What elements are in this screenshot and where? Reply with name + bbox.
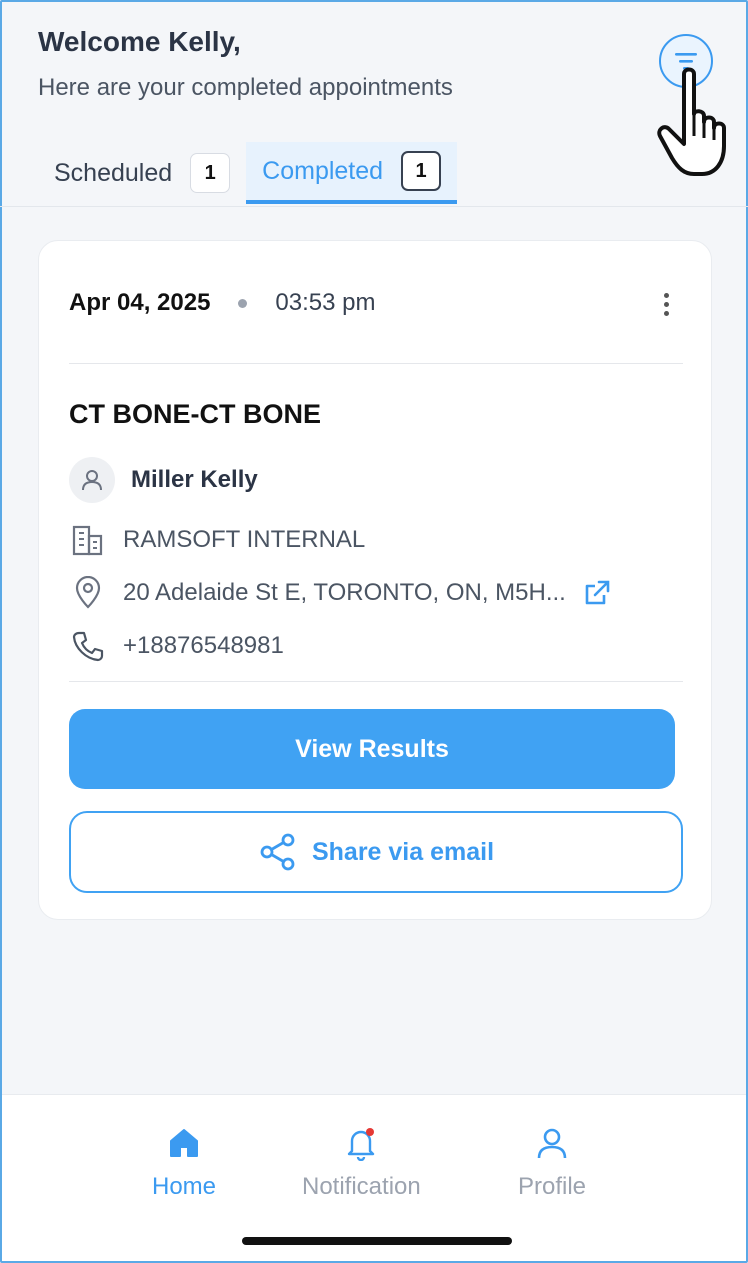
tab-completed[interactable]: Completed 1 xyxy=(246,142,458,204)
building-icon xyxy=(72,525,103,556)
appointment-tabs: Scheduled 1 Completed 1 xyxy=(38,142,458,204)
welcome-subtitle: Here are your completed appointments xyxy=(38,74,453,101)
share-email-button[interactable]: Share via email xyxy=(69,811,683,893)
hand-pointer-icon xyxy=(657,67,726,176)
tabs-divider xyxy=(0,206,748,207)
share-icon xyxy=(260,833,295,871)
profile-icon xyxy=(537,1128,567,1159)
nav-home-label: Home xyxy=(152,1173,217,1200)
phone-row: +18876548981 xyxy=(69,627,284,665)
phone-number: +18876548981 xyxy=(123,632,284,659)
appointment-datetime: Apr 04, 2025 03:53 pm xyxy=(69,289,376,317)
more-vertical-icon[interactable] xyxy=(661,293,671,319)
bottom-navigation: Home Notification Profile xyxy=(2,1094,746,1261)
tab-scheduled-label: Scheduled xyxy=(54,158,173,187)
separator-dot xyxy=(238,298,248,308)
tab-scheduled[interactable]: Scheduled 1 xyxy=(38,142,246,204)
divider xyxy=(69,681,683,682)
tab-scheduled-count: 1 xyxy=(190,153,231,193)
appointment-time: 03:53 pm xyxy=(275,289,376,316)
nav-profile-label: Profile xyxy=(518,1173,587,1200)
user-icon xyxy=(82,470,102,491)
tab-completed-label: Completed xyxy=(262,156,384,185)
header: Welcome Kelly, Here are your completed a… xyxy=(38,26,453,102)
appointment-date: Apr 04, 2025 xyxy=(69,289,211,316)
organization-name: RAMSOFT INTERNAL xyxy=(123,526,366,553)
home-icon xyxy=(170,1129,199,1157)
nav-home[interactable]: Home xyxy=(152,1125,216,1201)
tab-completed-count: 1 xyxy=(401,151,442,191)
avatar xyxy=(69,457,115,503)
procedure-name: CT BONE-CT BONE xyxy=(69,399,321,429)
nav-notification[interactable]: Notification xyxy=(302,1125,421,1201)
organization-row: RAMSOFT INTERNAL xyxy=(69,521,365,559)
location-icon xyxy=(75,576,101,609)
address-row: 20 Adelaide St E, TORONTO, ON, M5H... xyxy=(69,574,612,612)
home-indicator xyxy=(242,1237,512,1245)
divider xyxy=(69,363,683,364)
address-text: 20 Adelaide St E, TORONTO, ON, M5H... xyxy=(123,579,566,606)
patient-name: Miller Kelly xyxy=(131,466,258,493)
appointment-card: Apr 04, 2025 03:53 pm CT BONE-CT BONE Mi… xyxy=(38,240,712,920)
nav-notification-label: Notification xyxy=(302,1173,421,1200)
share-email-label: Share via email xyxy=(311,837,495,866)
patient-row: Miller Kelly xyxy=(69,457,258,503)
external-link-icon[interactable] xyxy=(582,578,612,608)
view-results-button[interactable]: View Results xyxy=(69,709,675,789)
phone-icon xyxy=(72,631,104,662)
nav-profile[interactable]: Profile xyxy=(518,1125,586,1201)
bell-icon xyxy=(348,1128,375,1161)
welcome-title: Welcome Kelly, xyxy=(38,26,241,57)
